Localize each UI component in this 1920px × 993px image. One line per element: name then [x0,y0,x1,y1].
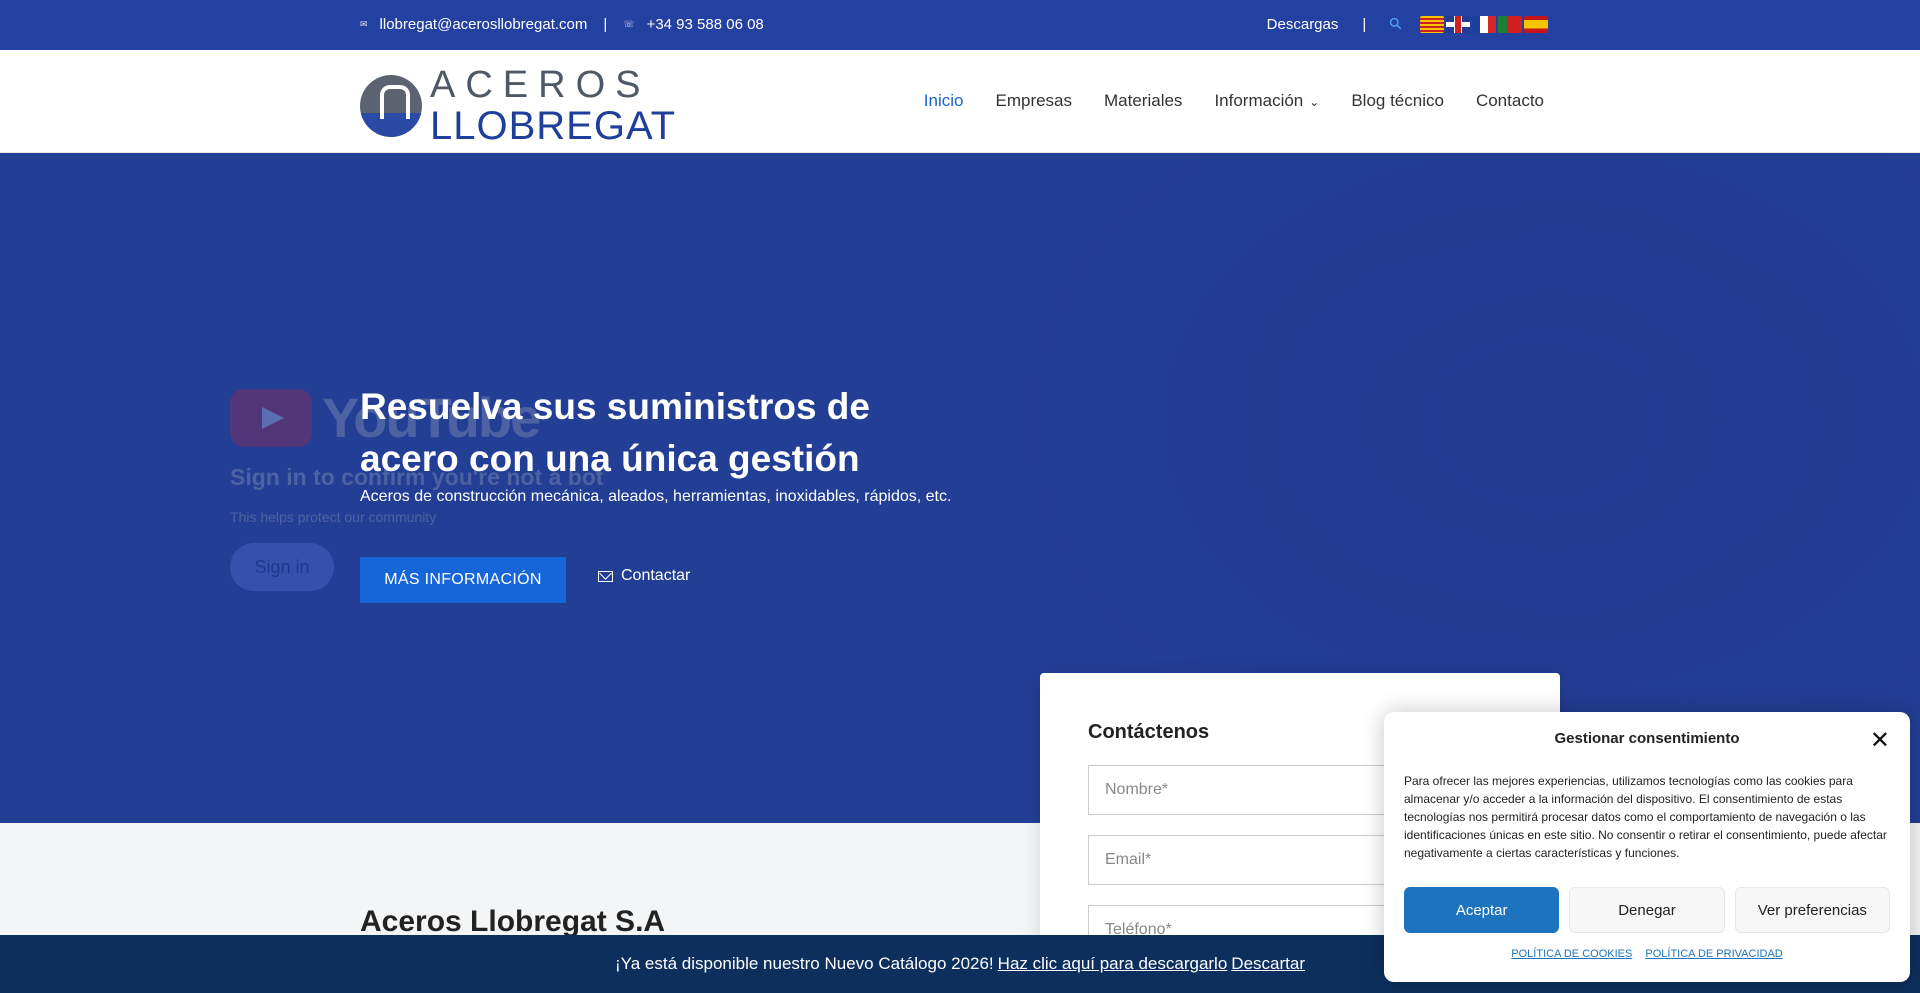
logo-line2: LLOBREGAT [430,104,677,148]
close-icon[interactable]: ✕ [1870,726,1890,755]
catalog-notice-text: ¡Ya está disponible nuestro Nuevo Catálo… [615,954,994,973]
main-nav: Inicio Empresas Materiales Información ⌄ … [924,91,1544,111]
hero-subtitle: Aceros de construcción mecánica, aleados… [360,488,952,505]
hero-title: Resuelva sus suministros de acero con un… [360,381,920,485]
top-bar: ✉ llobregat@acerosllobregat.com | ☏ +34 … [0,0,1920,50]
privacy-policy-link[interactable]: POLÍTICA DE PRIVACIDAD [1645,948,1782,960]
chevron-down-icon: ⌄ [1309,95,1320,109]
nav-item-inicio[interactable]: Inicio [924,91,964,111]
preferences-button[interactable]: Ver preferencias [1734,887,1890,933]
consent-links: POLÍTICA DE COOKIES POLÍTICA DE PRIVACID… [1384,948,1910,960]
section-title: Aceros Llobregat S.A [360,905,666,938]
topbar-phone-link[interactable]: +34 93 588 06 08 [647,16,764,33]
topbar-separator: | [603,16,608,33]
topbar-right-separator: | [1362,15,1367,33]
contact-form-title: Contáctenos [1088,721,1210,743]
hero-title-line2: acero con una única gestión [360,438,860,479]
flag-catalan-icon[interactable] [1420,15,1444,33]
nav-item-empresas[interactable]: Empresas [995,91,1072,111]
logo-text: ACEROS LLOBREGAT [430,66,676,146]
flag-english-icon[interactable] [1446,15,1470,33]
contact-link-label: Contactar [621,567,691,584]
cookie-policy-link[interactable]: POLÍTICA DE COOKIES [1511,948,1632,960]
youtube-signin-button[interactable]: Sign in [230,543,334,591]
topbar-contact: ✉ llobregat@acerosllobregat.com | ☏ +34 … [360,16,764,33]
envelope-icon [598,570,613,582]
logo-mark-icon [360,75,422,137]
youtube-play-icon [230,388,312,447]
consent-buttons: Aceptar Denegar Ver preferencias [1404,887,1890,933]
nav-item-blog[interactable]: Blog técnico [1351,91,1444,111]
email-icon: ✉ [360,19,368,29]
hero-title-line1: Resuelva sus suministros de [360,386,870,427]
consent-title: Gestionar consentimiento [1554,730,1740,747]
nav-item-contacto[interactable]: Contacto [1476,91,1544,111]
more-info-button[interactable]: MÁS INFORMACIÓN [360,557,566,603]
youtube-subtext: This helps protect our community [230,509,437,525]
site-logo[interactable]: ACEROS LLOBREGAT [360,66,676,146]
nav-item-materiales[interactable]: Materiales [1104,91,1182,111]
consent-body: Para ofrecer las mejores experiencias, u… [1404,774,1887,860]
contact-link[interactable]: Contactar [598,567,690,585]
logo-line1: ACEROS [430,64,651,106]
deny-button[interactable]: Denegar [1569,887,1725,933]
accept-button[interactable]: Aceptar [1404,887,1560,933]
search-icon[interactable]: ⚲ [1385,13,1407,35]
flag-portuguese-icon[interactable] [1498,15,1522,33]
flag-spanish-icon[interactable] [1524,15,1548,33]
catalog-download-link[interactable]: Haz clic aquí para descargarlo [998,954,1228,974]
catalog-dismiss-link[interactable]: Descartar [1231,954,1305,974]
flag-french-icon[interactable] [1472,15,1496,33]
topbar-email-link[interactable]: llobregat@acerosllobregat.com [380,16,588,33]
site-header: ACEROS LLOBREGAT Inicio Empresas Materia… [0,50,1920,153]
cookie-consent-dialog: Gestionar consentimiento ✕ Para ofrecer … [1384,712,1910,982]
topbar-actions: Descargas | ⚲ [1267,13,1548,35]
nav-item-informacion-label: Información [1214,91,1304,110]
phone-icon: ☏ [623,19,635,29]
downloads-link[interactable]: Descargas [1267,16,1339,33]
language-flags [1420,15,1548,33]
nav-item-informacion[interactable]: Información ⌄ [1214,91,1319,111]
